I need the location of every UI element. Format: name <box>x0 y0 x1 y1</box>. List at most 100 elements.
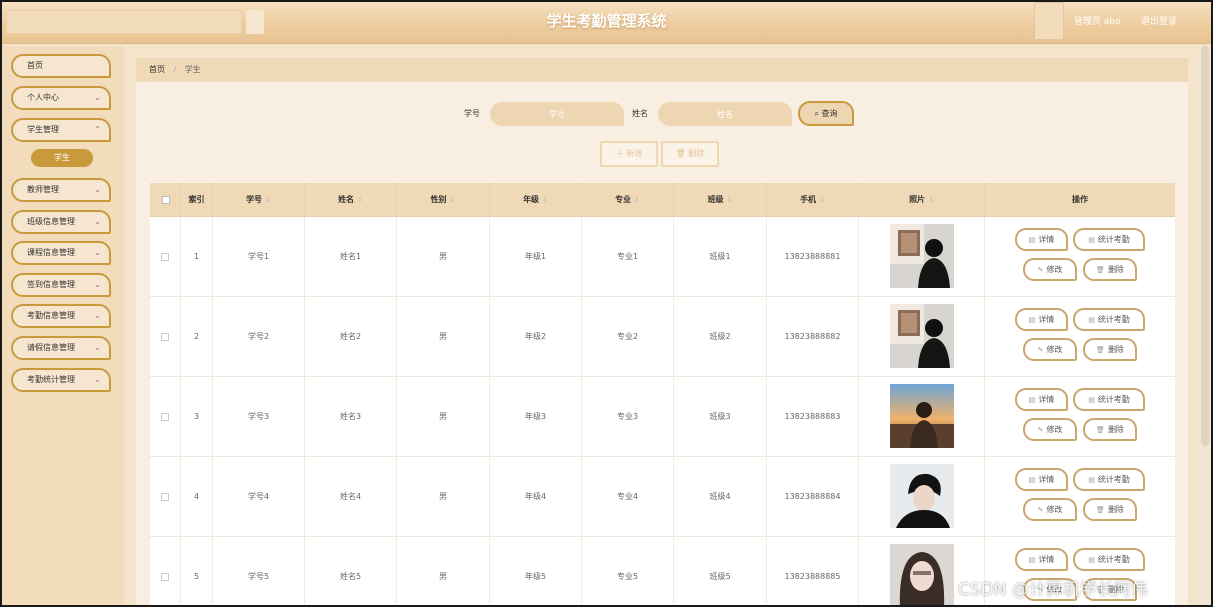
sidebar-item-signin-info[interactable]: 签到信息管理 ⌄ <box>11 273 111 297</box>
row-checkbox[interactable] <box>161 493 169 501</box>
detail-button[interactable]: ▤ 详情 <box>1015 468 1068 491</box>
student-name-input[interactable] <box>658 102 792 126</box>
sidebar-item-attendance-info[interactable]: 考勤信息管理 ⌄ <box>11 304 111 328</box>
delete-button[interactable]: 🗑 删除 <box>1083 498 1137 521</box>
sort-icon: ⇕ <box>819 196 825 204</box>
student-photo[interactable] <box>890 544 954 605</box>
cell-gender: 男 <box>397 457 490 537</box>
cell-gender: 男 <box>397 297 490 377</box>
cell-id: 学号3 <box>213 377 305 457</box>
row-checkbox[interactable] <box>161 333 169 341</box>
student-photo[interactable] <box>890 384 954 448</box>
add-button-label: 新增 <box>626 149 643 158</box>
row-checkbox[interactable] <box>161 253 169 261</box>
cell-gender: 男 <box>397 537 490 605</box>
sidebar-item-course-info[interactable]: 课程信息管理 ⌄ <box>11 241 111 265</box>
detail-button[interactable]: ▤ 详情 <box>1015 228 1068 251</box>
cell-phone: 13823888883 <box>767 377 859 457</box>
document-icon: ▤ <box>1028 396 1036 404</box>
delete-button[interactable]: 🗑 删除 <box>1083 338 1137 361</box>
document-icon: ▤ <box>1028 316 1036 324</box>
delete-button[interactable]: 🗑 删除 <box>1083 258 1137 281</box>
student-id-input[interactable] <box>490 102 624 126</box>
column-header-major[interactable]: 专业 ⇕ <box>582 183 674 217</box>
pencil-icon: ✎ <box>1037 426 1044 434</box>
add-button[interactable]: ＋ 新增 <box>600 141 658 167</box>
student-photo[interactable] <box>890 464 954 528</box>
student-photo[interactable] <box>890 224 954 288</box>
table-row: 1 学号1 姓名1 男年级1 专业1 班级1 13823888881 ▤ 详情 ▤ 统计考勤 ✎ 修改 🗑… <box>150 217 1175 297</box>
pencil-icon: ✎ <box>1037 346 1044 354</box>
cell-major: 专业1 <box>582 217 674 297</box>
sidebar-subitem-student[interactable]: 学生 <box>31 149 93 167</box>
select-all-checkbox[interactable] <box>162 196 170 204</box>
logout-link[interactable]: 退出登录 <box>1141 14 1177 27</box>
edit-button[interactable]: ✎ 修改 <box>1023 498 1077 521</box>
column-header-gender[interactable]: 性别 ⇕ <box>397 183 490 217</box>
detail-button[interactable]: ▤ 详情 <box>1015 548 1068 571</box>
batch-delete-label: 删除 <box>688 149 705 158</box>
sidebar-item-teacher-management[interactable]: 教师管理 ⌄ <box>11 178 111 202</box>
cell-phone: 13823888885 <box>767 537 859 605</box>
breadcrumb-home[interactable]: 首页 <box>149 65 165 74</box>
attendance-stats-button[interactable]: ▤ 统计考勤 <box>1073 388 1145 411</box>
attendance-stats-button-label: 统计考勤 <box>1097 395 1130 404</box>
attendance-stats-button[interactable]: ▤ 统计考勤 <box>1073 228 1145 251</box>
sidebar-item-student-management[interactable]: 学生管理 ⌃ <box>11 118 111 142</box>
chevron-down-icon: ⌄ <box>94 375 101 384</box>
cell-index: 2 <box>181 297 213 377</box>
row-select-cell <box>150 297 181 377</box>
sidebar-item-personal-center[interactable]: 个人中心 ⌄ <box>11 86 111 110</box>
edit-button-label: 修改 <box>1046 425 1063 434</box>
scrollbar-thumb[interactable] <box>1201 46 1209 446</box>
sidebar-item-leave-info[interactable]: 请假信息管理 ⌄ <box>11 336 111 360</box>
chevron-down-icon: ⌄ <box>94 217 101 226</box>
delete-button[interactable]: 🗑 删除 <box>1083 418 1137 441</box>
student-photo[interactable] <box>890 304 954 368</box>
column-header-photo[interactable]: 照片 ⇕ <box>859 183 985 217</box>
sidebar-item-label: 教师管理 <box>27 185 59 194</box>
cell-major: 专业4 <box>582 457 674 537</box>
cell-index: 4 <box>181 457 213 537</box>
detail-button[interactable]: ▤ 详情 <box>1015 308 1068 331</box>
document-icon: ▤ <box>1028 476 1036 484</box>
current-user-label: 管理员 abo <box>1074 17 1121 27</box>
column-header-phone[interactable]: 手机 ⇕ <box>767 183 859 217</box>
batch-delete-button[interactable]: 🗑 删除 <box>661 141 719 167</box>
trash-icon: 🗑 <box>1096 506 1105 514</box>
row-select-cell <box>150 457 181 537</box>
cell-phone: 13823888882 <box>767 297 859 377</box>
sidebar-item-home[interactable]: 首页 <box>11 54 111 78</box>
sidebar-item-attendance-stats[interactable]: 考勤统计管理 ⌄ <box>11 368 111 392</box>
sidebar-item-label: 考勤统计管理 <box>27 375 75 384</box>
attendance-stats-button[interactable]: ▤ 统计考勤 <box>1073 468 1145 491</box>
student-table: 索引 学号 ⇕ 姓名 ⇕ 性别 ⇕ 年级 ⇕ 专业 ⇕ 班级 ⇕ 手机 ⇕ 照片 ⇕ 操作 1学… <box>150 183 1175 605</box>
row-select-cell <box>150 377 181 457</box>
chevron-down-icon: ⌄ <box>94 248 101 257</box>
attendance-stats-button[interactable]: ▤ 统计考勤 <box>1073 308 1145 331</box>
query-button[interactable]: ⌕ 查询 <box>798 101 854 126</box>
column-header-grade[interactable]: 年级 ⇕ <box>490 183 582 217</box>
column-header-name[interactable]: 姓名 ⇕ <box>305 183 397 217</box>
cell-gender: 男 <box>397 217 490 297</box>
edit-button[interactable]: ✎ 修改 <box>1023 258 1077 281</box>
chevron-down-icon: ⌄ <box>94 185 101 194</box>
cell-phone: 13823888881 <box>767 217 859 297</box>
chevron-down-icon: ⌄ <box>94 311 101 320</box>
detail-button[interactable]: ▤ 详情 <box>1015 388 1068 411</box>
edit-button-label: 修改 <box>1046 505 1063 514</box>
column-header-student-id[interactable]: 学号 ⇕ <box>213 183 305 217</box>
edit-button[interactable]: ✎ 修改 <box>1023 418 1077 441</box>
column-header-class[interactable]: 班级 ⇕ <box>674 183 767 217</box>
query-button-label: 查询 <box>821 109 838 118</box>
cell-index: 5 <box>181 537 213 605</box>
cell-name: 姓名5 <box>305 537 397 605</box>
row-checkbox[interactable] <box>161 413 169 421</box>
delete-button-label: 删除 <box>1107 425 1124 434</box>
row-checkbox[interactable] <box>161 573 169 581</box>
edit-button[interactable]: ✎ 修改 <box>1023 338 1077 361</box>
trash-icon: 🗑 <box>1096 346 1105 354</box>
attendance-stats-button[interactable]: ▤ 统计考勤 <box>1073 548 1145 571</box>
sidebar-item-class-info[interactable]: 班级信息管理 ⌄ <box>11 210 111 234</box>
detail-button-label: 详情 <box>1038 555 1055 564</box>
